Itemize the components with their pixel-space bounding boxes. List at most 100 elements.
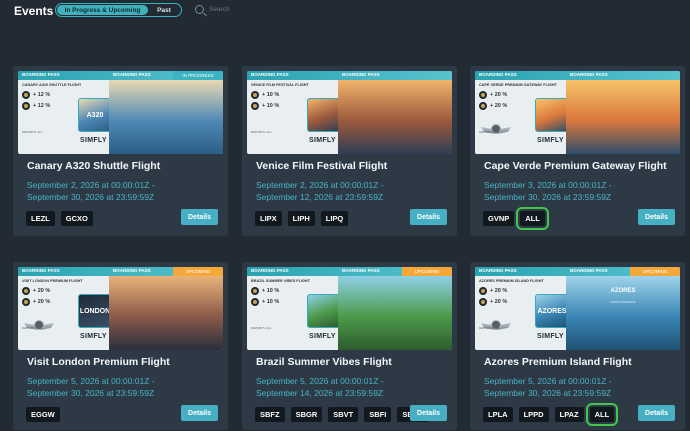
bonus-row: + 20 % <box>22 298 50 306</box>
event-banner-image: BOARDING PASS BOARDING PASS UPCOMING BRA… <box>247 267 452 350</box>
airport-tag[interactable]: LPPD <box>518 407 549 422</box>
bonus-value: + 20 % <box>490 299 508 305</box>
coin-icon <box>22 91 30 99</box>
details-button[interactable]: Details <box>410 405 447 421</box>
bonus-row: + 20 % <box>479 287 507 295</box>
airport-tag[interactable]: SBFZ <box>255 407 285 422</box>
boarding-pass-label: BOARDING PASS <box>22 72 60 77</box>
bonus-value: + 12 % <box>33 103 51 109</box>
event-card[interactable]: BOARDING PASS BOARDING PASS CAPE VERDE P… <box>470 66 685 236</box>
bonus-row: + 12 % <box>22 91 50 99</box>
bonus-value: + 12 % <box>33 92 51 98</box>
airport-tag[interactable]: GCXO <box>60 211 93 226</box>
airport-tags: LPLA LPPD LPAZ ALL <box>483 403 620 426</box>
coin-icon <box>22 298 30 306</box>
details-button[interactable]: Details <box>638 405 675 421</box>
airport-tag[interactable]: SBVT <box>328 407 359 422</box>
boarding-pass-label: BOARDING PASS <box>479 268 517 273</box>
events-header: Events In Progress & Upcoming Past <box>0 0 690 22</box>
tab-past[interactable]: Past <box>148 5 180 15</box>
bonus-row: + 20 % <box>479 102 507 110</box>
event-title: Brazil Summer Vibes Flight <box>256 356 392 368</box>
event-title: Venice Film Festival Flight <box>256 160 388 172</box>
bonus-row: + 12 % <box>22 102 50 110</box>
boarding-pass-label: BOARDING PASS <box>570 268 608 273</box>
airport-tag[interactable]: LPAZ <box>554 407 584 422</box>
event-title: Azores Premium Island Flight <box>484 356 632 368</box>
departure-note: DEPARTS: ALL <box>479 130 500 134</box>
event-title: Cape Verde Premium Gateway Flight <box>484 160 667 172</box>
banner-flight-name: VISIT LONDON PREMIUM FLIGHT <box>22 279 83 283</box>
destination-scene-image <box>338 276 452 350</box>
airport-tag[interactable]: GVNP <box>483 211 515 226</box>
details-button[interactable]: Details <box>181 405 218 421</box>
event-filter-toggle: In Progress & Upcoming Past <box>55 3 182 17</box>
airport-tag[interactable]: LEZL <box>26 211 55 226</box>
airport-tag[interactable]: LIPQ <box>320 211 349 226</box>
event-dates: September 3, 2026 at 00:00:01Z - Septemb… <box>484 179 612 203</box>
bonus-row: + 20 % <box>479 91 507 99</box>
event-card[interactable]: BOARDING PASS BOARDING PASS VENICE FILM … <box>242 66 457 236</box>
airport-tag[interactable]: SBFI <box>364 407 392 422</box>
thumbnail-label: A320 <box>86 112 104 119</box>
coin-icon <box>479 298 487 306</box>
event-card[interactable]: BOARDING PASS BOARDING PASS UPCOMING VIS… <box>13 262 228 430</box>
status-badge: IN PROGRESS <box>173 71 223 80</box>
bonus-value: + 10 % <box>262 103 280 109</box>
search-input[interactable] <box>209 4 329 15</box>
event-title: Canary A320 Shuttle Flight <box>27 160 161 172</box>
event-date-end: September 12, 2026 at 23:59:59Z <box>256 192 384 202</box>
airport-tag[interactable]: SBGR <box>290 407 323 422</box>
coin-icon <box>22 102 30 110</box>
destination-scene-image <box>566 80 680 154</box>
boarding-pass-label: BOARDING PASS <box>113 72 151 77</box>
tab-in-progress-upcoming[interactable]: In Progress & Upcoming <box>57 5 148 15</box>
event-thumbnail: AZORES <box>535 294 569 328</box>
bonus-value: + 10 % <box>262 299 280 305</box>
airport-tag[interactable]: LPLA <box>483 407 513 422</box>
scene-title: AZORES <box>610 288 636 294</box>
details-button[interactable]: Details <box>638 209 675 225</box>
departure-note: DEPARTS: ALL <box>22 130 43 134</box>
event-date-start: September 3, 2026 at 00:00:01Z - <box>484 180 612 190</box>
bonus-value: + 20 % <box>490 288 508 294</box>
status-badge: UPCOMING <box>173 267 223 276</box>
bonus-row: + 20 % <box>479 298 507 306</box>
event-date-end: September 30, 2026 at 23:59:59Z <box>27 388 155 398</box>
simfly-logo: SIMFLY <box>309 333 336 340</box>
banner-flight-name: CANARY A320 SHUTTLE FLIGHT <box>22 83 82 87</box>
coin-icon <box>251 91 259 99</box>
airport-tag[interactable]: LIPH <box>287 211 315 226</box>
event-thumbnail: LONDON <box>78 294 112 328</box>
coin-icon <box>251 298 259 306</box>
airport-tag[interactable]: ALL <box>516 207 549 230</box>
details-button[interactable]: Details <box>410 209 447 225</box>
coin-icon <box>22 287 30 295</box>
airport-tag[interactable]: ALL <box>585 403 619 426</box>
search-icon <box>195 5 204 14</box>
event-date-end: September 30, 2026 at 23:59:59Z <box>27 192 155 202</box>
event-thumbnail <box>307 98 341 132</box>
airport-tags: LIPX LIPH LIPQ <box>255 211 354 226</box>
simfly-logo: SIMFLY <box>80 137 107 144</box>
coin-icon <box>479 91 487 99</box>
status-badge: UPCOMING <box>402 267 452 276</box>
event-card[interactable]: BOARDING PASS BOARDING PASS UPCOMING AZO… <box>470 262 685 430</box>
event-dates: September 5, 2026 at 00:00:01Z - Septemb… <box>256 375 384 399</box>
bonus-value: + 10 % <box>262 288 280 294</box>
airport-tags: LEZL GCXO <box>26 211 99 226</box>
details-button[interactable]: Details <box>181 209 218 225</box>
bonus-row: + 10 % <box>251 298 279 306</box>
boarding-pass-label: BOARDING PASS <box>251 268 289 273</box>
bonus-value: + 20 % <box>33 299 51 305</box>
bonus-row: + 20 % <box>22 287 50 295</box>
event-card[interactable]: BOARDING PASS BOARDING PASS UPCOMING BRA… <box>242 262 457 430</box>
departure-note: DEPARTS: ALL <box>22 326 43 330</box>
airport-tag[interactable]: EGGW <box>26 407 60 422</box>
bonus-row: + 10 % <box>251 91 279 99</box>
boarding-pass-strip: BOARDING PASS BOARDING PASS <box>247 71 452 80</box>
event-card[interactable]: BOARDING PASS BOARDING PASS IN PROGRESS … <box>13 66 228 236</box>
simfly-logo: SIMFLY <box>309 137 336 144</box>
event-banner-image: BOARDING PASS BOARDING PASS UPCOMING VIS… <box>18 267 223 350</box>
airport-tag[interactable]: LIPX <box>255 211 282 226</box>
